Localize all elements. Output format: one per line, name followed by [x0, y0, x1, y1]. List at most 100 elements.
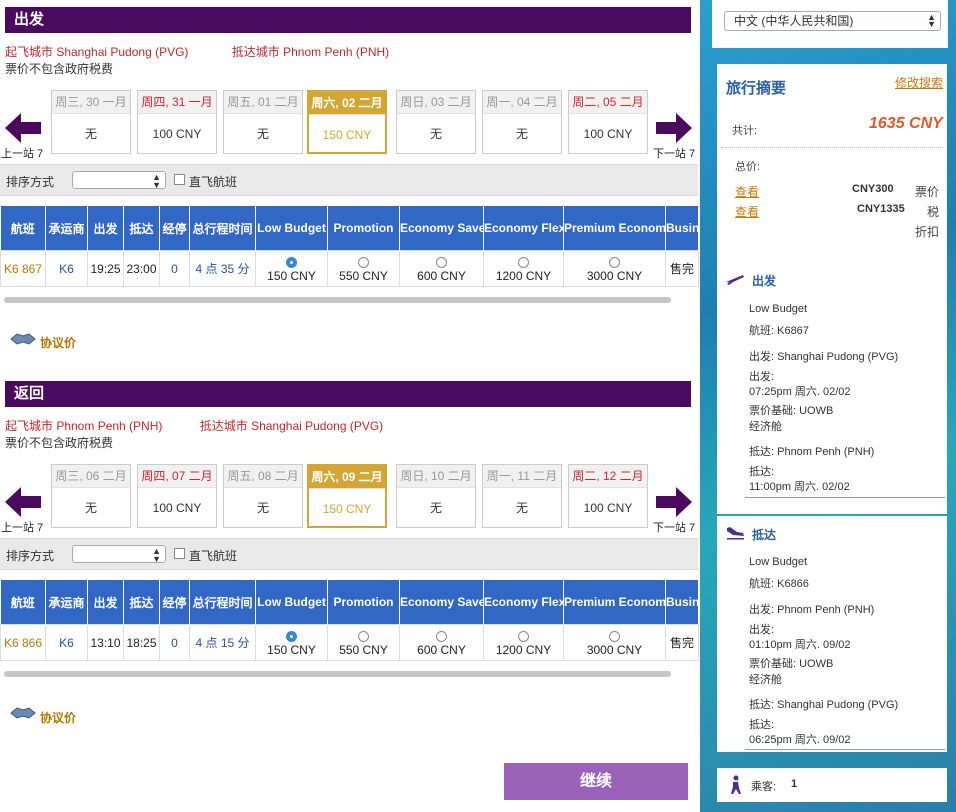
fare-cell[interactable]: 1200 CNY — [483, 250, 564, 287]
flight-number[interactable]: K6 866 — [0, 624, 46, 661]
fare-cell[interactable]: 550 CNY — [327, 624, 400, 661]
arrive-title: 抵达 — [752, 528, 777, 542]
next-week-arrow-icon[interactable] — [656, 487, 692, 517]
date-option-header: 周二, 05 二月 — [569, 91, 647, 114]
column-header: Business — [665, 580, 699, 625]
outbound-next-label[interactable]: 下一站 7 — [653, 145, 695, 161]
date-option[interactable]: 周一, 11 二月无 — [482, 464, 562, 528]
date-option[interactable]: 周四, 31 一月 100 CNY — [137, 90, 217, 154]
fare-radio[interactable] — [436, 256, 447, 268]
sort-select[interactable]: ▲ ▼ — [72, 545, 166, 564]
arrive-dep-time: 01:10pm 周六. 09/02 — [749, 639, 851, 651]
arrive-to: 抵达: Shanghai Pudong (PVG) — [749, 699, 899, 711]
departure-time: 19:25 — [87, 250, 124, 287]
fare-price: 150 CNY — [267, 268, 316, 283]
language-select[interactable]: 中文 (中华人民共和国) ▲ ▼ — [724, 11, 941, 31]
horizontal-scrollbar[interactable] — [4, 671, 671, 677]
date-option[interactable]: 周五, 01 二月无 — [223, 90, 303, 154]
fare-cell[interactable]: 1200 CNY — [483, 624, 564, 661]
fare-cell[interactable]: 3000 CNY — [563, 250, 666, 287]
divider — [745, 749, 945, 750]
fare-radio[interactable] — [609, 630, 620, 642]
horizontal-scrollbar[interactable] — [4, 297, 671, 303]
fare-radio[interactable] — [518, 630, 529, 642]
date-option[interactable]: 周一, 04 二月无 — [482, 90, 562, 154]
date-option-price: 100 CNY — [583, 501, 633, 515]
arrive-from: 出发: Phnom Penh (PNH) — [749, 604, 875, 616]
fare-cell[interactable]: 3000 CNY — [563, 624, 666, 661]
date-option-header: 周日, 10 二月 — [397, 465, 475, 488]
date-option-header: 周三, 06 二月 — [52, 465, 130, 488]
arrive-fare-type: Low Budget — [749, 556, 808, 568]
handshake-icon — [10, 707, 36, 719]
date-option-header: 周六, 09 二月 — [309, 466, 385, 489]
date-option-price: 无 — [515, 501, 528, 515]
prev-week-arrow-icon[interactable] — [5, 487, 41, 517]
outbound-section-title: 出发 — [5, 7, 691, 33]
fare-radio[interactable] — [609, 256, 620, 268]
fare-radio[interactable] — [358, 630, 369, 642]
direct-flight-checkbox[interactable] — [174, 174, 185, 185]
fare-radio[interactable] — [286, 630, 297, 642]
view-fare-link[interactable]: 查看 — [735, 183, 759, 200]
date-option[interactable]: 周日, 10 二月无 — [396, 464, 476, 528]
direct-flight-label: 直飞航班 — [189, 175, 238, 189]
fare-price: 1200 CNY — [495, 642, 552, 657]
outbound-route: 起飞城市 Shanghai Pudong (PVG) 抵达城市 Phnom Pe… — [5, 43, 389, 60]
date-option[interactable]: 周三, 06 二月无 — [51, 464, 131, 528]
date-option[interactable]: 周三, 30 一月无 — [51, 90, 131, 154]
date-option[interactable]: 周二, 05 二月 100 CNY — [568, 90, 648, 154]
date-option-header: 周五, 08 二月 — [224, 465, 302, 488]
modify-search-link[interactable]: 修改搜索 — [895, 74, 943, 91]
date-option[interactable]: 周二, 12 二月 100 CNY — [568, 464, 648, 528]
continue-button[interactable]: 继续 — [504, 763, 688, 800]
date-option[interactable]: 周四, 07 二月 100 CNY — [137, 464, 217, 528]
fare-radio[interactable] — [436, 630, 447, 642]
next-week-arrow-icon[interactable] — [656, 113, 692, 143]
column-header: 经停 — [159, 580, 190, 625]
column-header: 总行程时间 — [189, 206, 256, 251]
fare-cell[interactable]: 150 CNY — [255, 250, 328, 287]
date-option[interactable]: 周六, 09 二月 150 CNY — [307, 464, 387, 528]
fare-cell[interactable]: 600 CNY — [399, 250, 484, 287]
agreement-price-link[interactable]: 协议价 — [40, 334, 76, 351]
outbound-prev-label[interactable]: 上一站 7 — [1, 145, 43, 161]
fare-cell[interactable]: 600 CNY — [399, 624, 484, 661]
date-option-header: 周一, 11 二月 — [483, 465, 561, 488]
fare-price: 3000 CNY — [586, 268, 643, 283]
table-row[interactable]: K6 867 K6 19:25 23:00 0 4 点 35 分 150 CNY… — [0, 250, 699, 287]
stops: 0 — [159, 250, 190, 287]
fare-radio[interactable] — [358, 256, 369, 268]
date-option[interactable]: 周六, 02 二月 150 CNY — [307, 90, 387, 154]
passenger-icon — [731, 775, 741, 794]
agreement-price-link[interactable]: 协议价 — [40, 709, 76, 726]
date-option-price: 100 CNY — [152, 501, 202, 515]
flight-number[interactable]: K6 867 — [0, 250, 46, 287]
sort-label: 排序方式 — [6, 549, 55, 563]
divider — [721, 147, 943, 148]
fare-price: 550 CNY — [339, 642, 388, 657]
prev-week-arrow-icon[interactable] — [5, 113, 41, 143]
table-header-row: 航班 承运商 出发 抵达 经停 总行程时间 Low Budget Promotion Econo… — [0, 206, 699, 251]
fare-cell[interactable]: 550 CNY — [327, 250, 400, 287]
return-next-label[interactable]: 下一站 7 — [653, 519, 695, 535]
date-option[interactable]: 周日, 03 二月无 — [396, 90, 476, 154]
table-header-row: 航班 承运商 出发 抵达 经停 总行程时间 Low Budget Promotion Econo… — [0, 580, 699, 625]
departure-time: 13:10 — [87, 624, 124, 661]
sort-select[interactable]: ▲ ▼ — [72, 171, 166, 190]
fare-cell[interactable]: 150 CNY — [255, 624, 328, 661]
direct-flight-checkbox[interactable] — [174, 548, 185, 559]
return-prev-label[interactable]: 上一站 7 — [1, 519, 43, 535]
date-option[interactable]: 周五, 08 二月无 — [223, 464, 303, 528]
table-row[interactable]: K6 866 K6 13:10 18:25 0 4 点 15 分 150 CNY… — [0, 624, 699, 661]
column-header: Economy Flex — [483, 206, 564, 251]
arrive-arr-time: 06:25pm 周六. 09/02 — [749, 734, 851, 746]
date-option-header: 周五, 01 二月 — [224, 91, 302, 114]
view-tax-link[interactable]: 查看 — [735, 203, 759, 220]
date-option-header: 周二, 12 二月 — [569, 465, 647, 488]
date-option-price: 无 — [84, 127, 97, 141]
fare-radio[interactable] — [518, 256, 529, 268]
fare-radio[interactable] — [286, 256, 297, 268]
depart-cabin: 经济舱 — [749, 421, 782, 433]
duration: 4 点 35 分 — [189, 250, 256, 287]
